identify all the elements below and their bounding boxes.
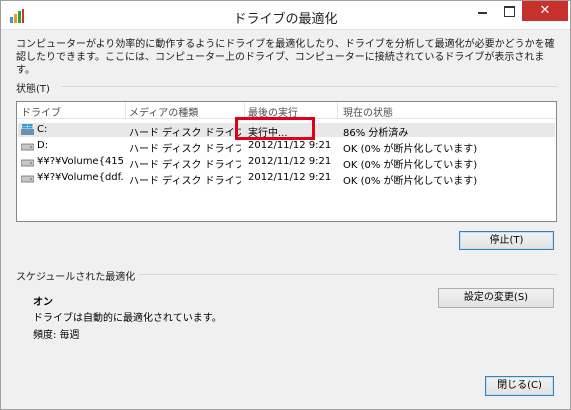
drive-row[interactable]: ¥¥?¥Volume{ddf... ハード ディスク ドライブ 2012/11/… (18, 171, 555, 187)
current-status: OK (0% が断片化しています) (343, 176, 478, 187)
schedule-frequency: 頻度: 毎週 (33, 330, 80, 341)
drive-name: C: (37, 124, 48, 135)
close-button[interactable]: 閉じる(C) (485, 376, 554, 396)
column-separator[interactable] (244, 102, 245, 118)
media-type: ハード ディスク ドライブ (129, 144, 241, 155)
description-text: コンピューターがより効率的に動作するようにドライブを最適化したり、ドライブを分析… (16, 39, 555, 76)
column-separator[interactable] (125, 102, 126, 118)
windows-drive-icon (21, 124, 34, 135)
last-run: 2012/11/12 9:21 (248, 140, 332, 151)
change-settings-button[interactable]: 設定の変更(S) (438, 288, 554, 308)
current-status: OK (0% が断片化しています) (343, 160, 478, 171)
annotation-highlight-box (235, 117, 315, 140)
last-run: 2012/11/12 9:21 (248, 156, 332, 167)
drive-name: ¥¥?¥Volume{415... (37, 156, 123, 167)
current-status: OK (0% が断片化しています) (343, 144, 478, 155)
minimize-button[interactable] (469, 1, 495, 21)
schedule-group-divider (139, 274, 557, 275)
schedule-status: オン (33, 297, 53, 308)
hard-drive-icon (21, 159, 34, 167)
column-header-media[interactable]: メディアの種類 (129, 104, 198, 119)
status-group-label: 状態(T) (16, 84, 50, 95)
column-separator[interactable] (337, 102, 338, 118)
window-close-button[interactable]: ✕ (522, 1, 568, 21)
drive-row[interactable]: ¥¥?¥Volume{415... ハード ディスク ドライブ 2012/11/… (18, 155, 555, 171)
maximize-button[interactable] (495, 1, 522, 21)
drive-row[interactable]: D: ハード ディスク ドライブ 2012/11/12 9:21 OK (0% … (18, 139, 555, 155)
title-bar: ドライブの最適化 ✕ (1, 1, 570, 30)
media-type: ハード ディスク ドライブ (129, 160, 241, 171)
drive-name: ¥¥?¥Volume{ddf... (37, 172, 123, 183)
hard-drive-icon (21, 175, 34, 183)
schedule-group-label: スケジュールされた最適化 (16, 272, 136, 283)
column-header-drive[interactable]: ドライブ (21, 104, 61, 119)
stop-button[interactable]: 停止(T) (459, 231, 554, 250)
status-group-divider (61, 86, 557, 87)
media-type: ハード ディスク ドライブ (129, 176, 241, 187)
schedule-description: ドライブは自動的に最適化されています。 (33, 313, 222, 324)
drive-name: D: (37, 140, 49, 151)
hard-drive-icon (21, 143, 34, 151)
media-type: ハード ディスク ドライブ (129, 128, 241, 139)
defrag-window: ドライブの最適化 ✕ コンピューターがより効率的に動作するようにドライブを最適化… (0, 0, 571, 410)
column-header-status[interactable]: 現在の状態 (343, 104, 393, 119)
last-run: 2012/11/12 9:21 (248, 172, 332, 183)
current-status: 86% 分析済み (343, 128, 409, 139)
